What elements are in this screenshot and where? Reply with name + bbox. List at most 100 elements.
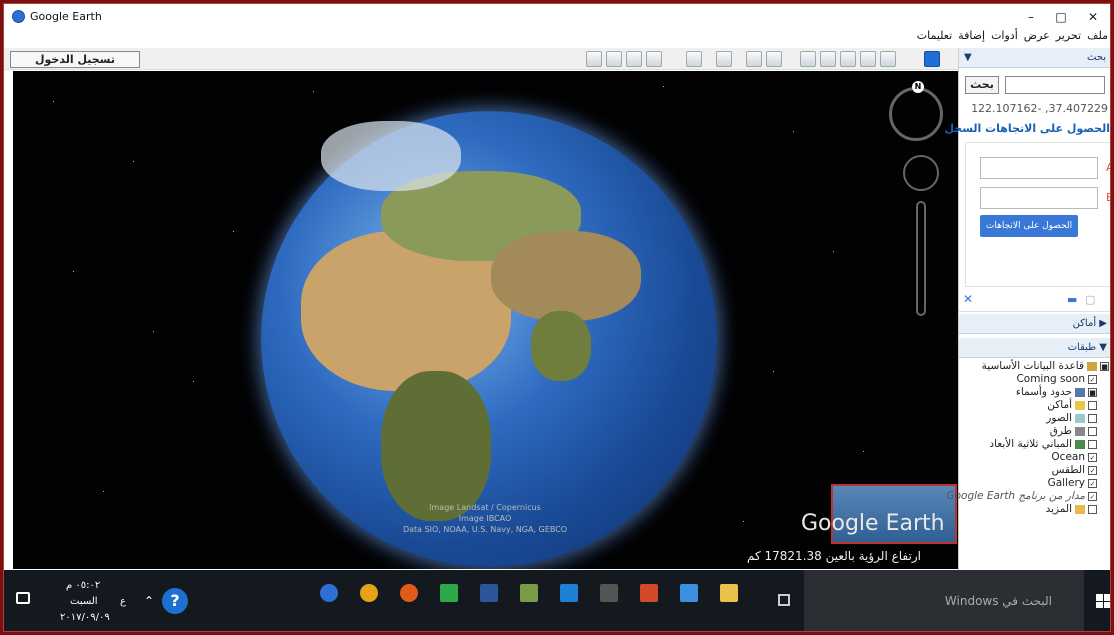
task-view-icon[interactable] <box>778 594 790 606</box>
search-button[interactable]: بحث <box>965 76 999 94</box>
firefox-taskbar-icon[interactable] <box>400 584 418 602</box>
layer-item[interactable]: ✓ الطقس <box>959 464 1110 477</box>
print-icon[interactable] <box>606 51 622 67</box>
layer-item[interactable]: أماكن <box>959 399 1110 412</box>
layer-item[interactable]: ✓ Coming soon <box>959 373 1110 386</box>
layer-label: Ocean <box>1051 451 1085 463</box>
sign-in-button[interactable]: تسجيل الدخول <box>10 51 140 68</box>
show-hidden-icons-icon[interactable]: ⌃ <box>144 594 154 608</box>
move-joystick[interactable] <box>903 155 939 191</box>
minimize-button[interactable]: – <box>1016 7 1046 27</box>
windows-start-icon[interactable] <box>1096 594 1110 608</box>
layer-item[interactable]: ✓ Ocean <box>959 451 1110 464</box>
camtasia-taskbar-icon[interactable] <box>440 584 458 602</box>
add-shape-icon[interactable] <box>860 51 876 67</box>
layer-checkbox[interactable]: ✓ <box>1088 479 1097 488</box>
start-field[interactable] <box>980 157 1098 179</box>
look-compass[interactable]: N <box>889 81 943 141</box>
layer-label: الطقس <box>1051 464 1085 476</box>
print-icon[interactable]: ▬ <box>1067 293 1077 306</box>
layers-panel-header[interactable]: طبقات ▼ <box>959 338 1110 358</box>
layer-checkbox[interactable]: ✓ <box>1088 375 1097 384</box>
layer-checkbox[interactable] <box>1088 440 1097 449</box>
layer-checkbox[interactable]: ✓ <box>1088 466 1097 475</box>
layer-item[interactable]: المباني ثلاثية الأبعاد <box>959 438 1110 451</box>
menu-add[interactable]: إضافة <box>958 29 985 45</box>
menu-view[interactable]: عرض <box>1024 29 1050 45</box>
ruler-icon[interactable] <box>686 51 702 67</box>
layer-item[interactable]: طرق <box>959 425 1110 438</box>
copy-icon[interactable]: ▢ <box>1085 293 1095 306</box>
places-panel-header[interactable]: أماكن ▶ <box>959 314 1110 334</box>
north-indicator[interactable]: N <box>912 81 924 93</box>
layer-checkbox[interactable]: ✓ <box>1088 492 1097 501</box>
chrome-taskbar-icon[interactable] <box>360 584 378 602</box>
layer-item[interactable]: ■ قاعدة البيانات الأساسية <box>959 360 1110 373</box>
language-indicator[interactable]: ع <box>120 596 126 607</box>
layer-checkbox[interactable]: ■ <box>1100 362 1109 371</box>
central-asia-land <box>491 231 641 321</box>
layer-label: Gallery <box>1047 477 1085 489</box>
imagery-attribution: Image Landsat / Copernicus Image IBCAO D… <box>385 502 585 535</box>
dropbox-taskbar-icon[interactable] <box>680 584 698 602</box>
help-icon[interactable]: ? <box>162 588 188 614</box>
windows-search-box[interactable]: البحث في Windows <box>804 570 1084 631</box>
google-earth-logo-icon <box>12 10 25 23</box>
search-panel-header[interactable]: ▼ بحث <box>959 48 1110 68</box>
coordinates-text: 122.107162- ,37.407229 <box>971 102 1108 115</box>
layer-checkbox[interactable] <box>1088 427 1097 436</box>
earth-globe[interactable] <box>261 111 717 567</box>
menu-file[interactable]: ملف <box>1087 29 1108 45</box>
window-title: Google Earth <box>30 10 102 23</box>
add-path-icon[interactable] <box>820 51 836 67</box>
close-button[interactable]: ✕ <box>1078 7 1108 27</box>
planets-icon[interactable] <box>716 51 732 67</box>
layer-label: قاعدة البيانات الأساسية <box>981 360 1084 372</box>
menu-edit[interactable]: تحرير <box>1056 29 1081 45</box>
sunlight-icon[interactable] <box>746 51 762 67</box>
maximize-button[interactable]: □ <box>1046 7 1076 27</box>
google-earth-taskbar-icon[interactable] <box>320 584 338 602</box>
word-taskbar-icon[interactable] <box>480 584 498 602</box>
layer-checkbox[interactable]: ✓ <box>1088 453 1097 462</box>
get-directions-link[interactable]: الحصول على الاتجاهات السجل <box>944 122 1110 135</box>
layer-item[interactable]: ✓ مدار من برنامج Google Earth <box>946 490 1110 503</box>
layer-checkbox[interactable]: ■ <box>1088 388 1097 397</box>
layer-item[interactable]: المزيد <box>959 503 1110 516</box>
search-input[interactable] <box>1005 76 1105 94</box>
app-taskbar-icon[interactable] <box>520 584 538 602</box>
layer-item[interactable]: ■ حدود وأسماء <box>959 386 1110 399</box>
end-field[interactable] <box>980 187 1098 209</box>
attribution-line: Image IBCAO <box>458 514 512 523</box>
notification-icon[interactable] <box>16 592 30 604</box>
add-polygon-icon[interactable] <box>840 51 856 67</box>
layer-checkbox[interactable] <box>1088 414 1097 423</box>
store-taskbar-icon[interactable] <box>600 584 618 602</box>
places-header-label: أماكن <box>1072 318 1097 329</box>
email-icon[interactable] <box>646 51 662 67</box>
edge-taskbar-icon[interactable] <box>560 584 578 602</box>
earth-view[interactable]: N Image Landsat / Copernicus Image IBCAO… <box>13 71 958 569</box>
printer-icon[interactable] <box>626 51 642 67</box>
toggle-sidebar-icon[interactable] <box>924 51 940 67</box>
zoom-slider[interactable] <box>916 201 926 316</box>
add-placemark-icon[interactable] <box>880 51 896 67</box>
google-earth-window: Google Earth – □ ✕ ملف تحرير عرض أدوات إ… <box>3 3 1111 632</box>
print-preview-icon[interactable] <box>586 51 602 67</box>
layer-checkbox[interactable] <box>1088 505 1097 514</box>
get-directions-button[interactable]: الحصول على الاتجاهات <box>980 215 1078 237</box>
layer-item[interactable]: الصور <box>959 412 1110 425</box>
search-header-label: بحث <box>1086 52 1106 63</box>
close-icon[interactable]: ✕ <box>963 292 973 306</box>
title-bar: Google Earth – □ ✕ <box>4 4 1110 30</box>
menu-help[interactable]: تعليمات <box>917 29 952 45</box>
historical-imagery-icon[interactable] <box>766 51 782 67</box>
layer-checkbox[interactable] <box>1088 401 1097 410</box>
file-explorer-taskbar-icon[interactable] <box>720 584 738 602</box>
layer-item[interactable]: ✓ Gallery <box>959 477 1110 490</box>
menu-tools[interactable]: أدوات <box>991 29 1018 45</box>
collapse-arrow-icon[interactable]: ▼ <box>964 48 972 68</box>
powerpoint-taskbar-icon[interactable] <box>640 584 658 602</box>
folder-icon <box>1075 505 1085 514</box>
add-image-overlay-icon[interactable] <box>800 51 816 67</box>
